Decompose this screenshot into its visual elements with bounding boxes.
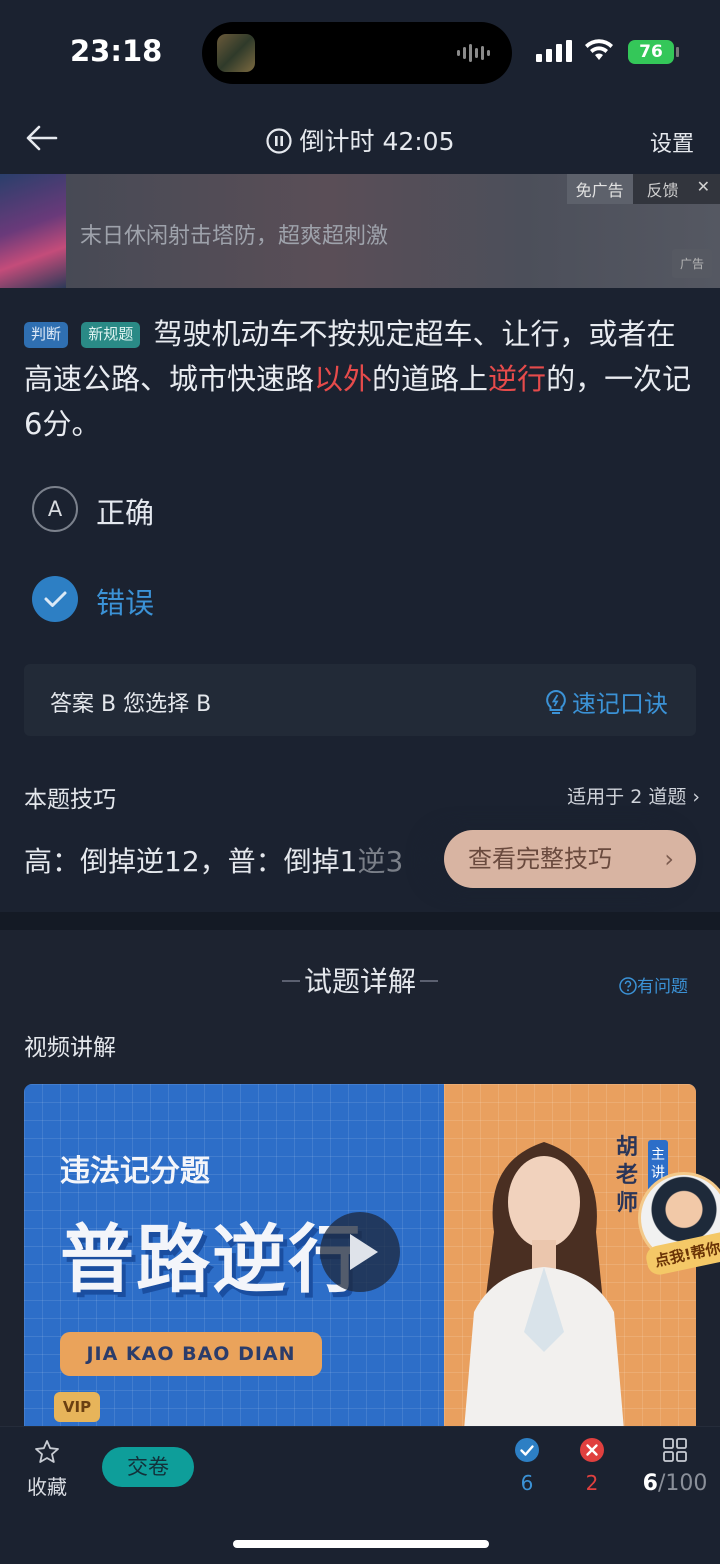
question-highlight-1: 以外 bbox=[314, 362, 373, 396]
vip-badge: VIP bbox=[54, 1392, 100, 1422]
remove-ads-button[interactable]: 免广告 bbox=[566, 174, 633, 204]
question-text-2: 的道路上 bbox=[372, 362, 489, 396]
detail-title: 试题详解 bbox=[0, 960, 720, 1000]
wrong-count[interactable]: 2 bbox=[567, 1437, 617, 1495]
option-b[interactable]: 错误 bbox=[32, 576, 632, 624]
video-player[interactable]: 违法记分题 普路逆行 JIA KAO BAO DIAN VIP 胡老师 主讲 bbox=[24, 1084, 696, 1430]
cellular-signal-icon bbox=[536, 40, 572, 62]
question-progress[interactable]: 6/100 bbox=[640, 1437, 710, 1496]
chevron-right-icon[interactable]: › bbox=[692, 786, 700, 808]
mnemonic-button[interactable]: 速记口诀 bbox=[544, 684, 668, 719]
status-bar: 23:18 76 bbox=[0, 0, 720, 100]
detail-title-text: 试题详解 bbox=[303, 965, 416, 998]
help-floating-button[interactable]: 点我!帮你讲 bbox=[638, 1172, 720, 1292]
progress-value: 6/100 bbox=[640, 1471, 710, 1496]
instructor-image bbox=[464, 1142, 624, 1430]
star-icon[interactable] bbox=[34, 1439, 60, 1465]
option-b-label[interactable]: 错误 bbox=[96, 580, 154, 622]
report-issue-link[interactable]: 有问题 bbox=[619, 972, 688, 997]
section-divider bbox=[0, 912, 720, 930]
tips-text: 高：倒掉逆12，普：倒掉1 bbox=[24, 845, 358, 878]
submit-button[interactable]: 交卷 bbox=[102, 1447, 194, 1487]
status-time: 23:18 bbox=[70, 34, 163, 68]
answer-text: 答案 B 您选择 B bbox=[50, 692, 212, 717]
ad-feedback-button[interactable]: 反馈 bbox=[632, 174, 693, 204]
favorite-button[interactable]: 收藏 bbox=[24, 1439, 70, 1500]
selected-check-icon[interactable] bbox=[32, 576, 78, 622]
favorite-label[interactable]: 收藏 bbox=[24, 1471, 70, 1500]
nav-bar: 倒计时 42:05 设置 bbox=[0, 100, 720, 174]
wifi-icon bbox=[585, 39, 613, 60]
total-questions: /100 bbox=[657, 1471, 708, 1496]
x-circle-icon bbox=[580, 1438, 604, 1462]
question-type-tag: 判断 bbox=[24, 322, 69, 348]
view-full-tips-label[interactable]: 查看完整技巧 bbox=[468, 845, 612, 873]
correct-count[interactable]: 6 bbox=[502, 1437, 552, 1495]
option-a-label[interactable]: 正确 bbox=[96, 490, 154, 532]
tips-applies-link[interactable]: 适用于 2 道题 › bbox=[567, 782, 700, 809]
video-brand-pill: JIA KAO BAO DIAN bbox=[60, 1332, 322, 1376]
question-highlight-2: 逆行 bbox=[488, 362, 547, 396]
countdown-text: 倒计时 42:05 bbox=[299, 127, 455, 156]
new-rule-tag: 新规题 bbox=[81, 322, 141, 348]
correct-count-value: 6 bbox=[520, 1471, 534, 1495]
detail-section: 试题详解 有问题 视频讲解 违法记分题 普路逆行 JIA KAO BAO DIA… bbox=[0, 930, 720, 1430]
tips-preview: 高：倒掉逆12，普：倒掉1逆3 bbox=[24, 840, 403, 880]
battery-icon: 76 bbox=[628, 40, 674, 64]
tips-applies-text[interactable]: 适用于 2 道题 bbox=[567, 786, 686, 808]
home-indicator bbox=[233, 1540, 489, 1548]
option-a[interactable]: A 正确 bbox=[32, 486, 632, 534]
audio-wave-icon bbox=[457, 44, 490, 62]
play-icon[interactable] bbox=[320, 1212, 400, 1292]
chevron-right-icon[interactable]: › bbox=[664, 830, 674, 888]
battery-tip bbox=[676, 47, 679, 57]
video-section-label: 视频讲解 bbox=[24, 1035, 116, 1061]
check-circle-icon bbox=[515, 1438, 539, 1462]
ad-controls: 免广告 反馈 ✕ bbox=[566, 174, 720, 204]
lightbulb-icon bbox=[546, 689, 566, 714]
video-title: 普路逆行 bbox=[60, 1217, 364, 1303]
ad-label: 广告 bbox=[671, 249, 712, 278]
pause-icon[interactable] bbox=[265, 128, 292, 154]
dynamic-island bbox=[202, 22, 512, 84]
report-issue-label[interactable]: 有问题 bbox=[637, 977, 688, 997]
question-circle-icon bbox=[619, 977, 637, 995]
question-text: 判断 新规题 驾驶机动车不按规定超车、让行，或者在高速公路、城市快速路以外的道路… bbox=[24, 312, 700, 447]
ad-text[interactable]: 末日休闲射击塔防，超爽超刺激 bbox=[80, 218, 388, 250]
view-full-tips-button[interactable]: 查看完整技巧 › bbox=[444, 830, 696, 888]
grid-icon bbox=[663, 1438, 687, 1462]
ad-thumbnail[interactable] bbox=[0, 174, 66, 288]
wrong-count-value: 2 bbox=[585, 1471, 599, 1495]
current-question: 6 bbox=[642, 1471, 658, 1496]
app-icon bbox=[217, 34, 255, 72]
mnemonic-label: 速记口诀 bbox=[572, 690, 668, 718]
video-subtitle: 违法记分题 bbox=[60, 1154, 210, 1189]
tips-title: 本题技巧 bbox=[24, 787, 116, 813]
countdown-timer[interactable]: 倒计时 42:05 bbox=[0, 122, 720, 158]
settings-button[interactable]: 设置 bbox=[650, 126, 694, 158]
ad-close-icon[interactable]: ✕ bbox=[692, 174, 720, 204]
tips-text-faded: 逆3 bbox=[357, 845, 404, 878]
answer-box: 答案 B 您选择 B 速记口诀 bbox=[24, 664, 696, 736]
ad-banner[interactable]: 末日休闲射击塔防，超爽超刺激 免广告 反馈 ✕ 广告 bbox=[0, 174, 720, 288]
option-a-letter[interactable]: A bbox=[32, 486, 78, 532]
